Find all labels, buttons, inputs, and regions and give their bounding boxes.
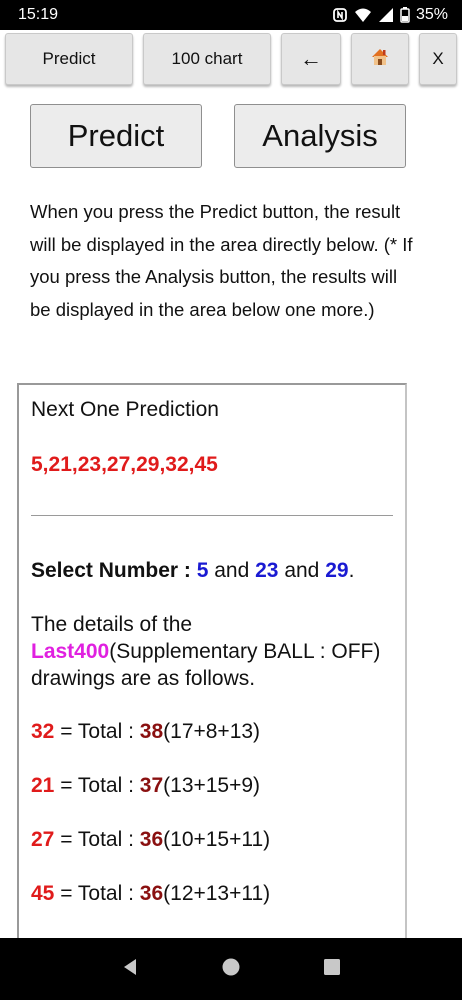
row-breakdown: (13+15+9) (163, 774, 261, 797)
row-total: 38 (139, 720, 164, 743)
back-arrow-button[interactable]: ← (281, 33, 341, 85)
instructions-text: When you press the Predict button, the r… (30, 201, 413, 320)
battery-percent: 35% (415, 6, 448, 23)
row-total: 36 (139, 828, 164, 851)
details-highlight: Last400 (31, 640, 110, 663)
and-text-1: and (208, 559, 256, 582)
row-breakdown: (12+13+11) (163, 882, 271, 905)
select-number-line: Select Number : 5 and 23 and 29. (31, 559, 354, 583)
row-eq: = Total : (54, 828, 140, 851)
result-panel: Next One Prediction 5,21,23,27,29,32,45 … (17, 383, 407, 943)
wifi-icon (354, 7, 372, 23)
signal-icon (378, 7, 394, 23)
back-triangle-icon[interactable] (120, 957, 140, 982)
row-number: 27 (31, 828, 55, 851)
row-breakdown: (17+8+13) (163, 720, 261, 743)
status-time: 15:19 (18, 6, 59, 23)
select-number-1: 5 (196, 559, 209, 582)
predict-button[interactable]: Predict (30, 104, 202, 168)
row-eq: = Total : (54, 774, 140, 797)
home-button[interactable] (351, 33, 409, 85)
details-text: The details of the Last400(Supplementary… (31, 611, 381, 692)
result-row: 27 = Total : 36(10+15+11) (31, 828, 270, 852)
and-text-2: and (278, 559, 326, 582)
toolbar-100-chart-button[interactable]: 100 chart (143, 33, 271, 85)
toolbar-predict-button[interactable]: Predict (5, 33, 133, 85)
analysis-button[interactable]: Analysis (234, 104, 406, 168)
row-number: 32 (31, 720, 55, 743)
recents-square-icon[interactable] (322, 957, 342, 982)
result-row: 32 = Total : 38(17+8+13) (31, 720, 260, 744)
nfc-icon (332, 7, 348, 23)
row-eq: = Total : (54, 720, 140, 743)
home-circle-icon[interactable] (221, 957, 241, 982)
prediction-numbers: 5,21,23,27,29,32,45 (31, 453, 218, 476)
prediction-title: Next One Prediction (31, 398, 219, 421)
close-button[interactable]: X (419, 33, 457, 85)
house-icon (370, 47, 390, 72)
row-total: 37 (139, 774, 164, 797)
row-eq: = Total : (54, 882, 140, 905)
period: . (348, 559, 355, 582)
select-number-2: 23 (255, 559, 279, 582)
navigation-bar (0, 938, 462, 1000)
toolbar: Predict 100 chart ← X (0, 30, 462, 88)
select-number-3: 29 (325, 559, 349, 582)
row-breakdown: (10+15+11) (163, 828, 271, 851)
details-prefix: The details of the (31, 613, 193, 636)
status-icons: 35% (332, 6, 448, 24)
status-bar: 15:19 35% (0, 0, 462, 30)
row-number: 45 (31, 882, 55, 905)
row-number: 21 (31, 774, 55, 797)
result-row: 45 = Total : 36(12+13+11) (31, 882, 270, 906)
select-label: Select Number : (31, 559, 197, 582)
row-total: 36 (139, 882, 164, 905)
battery-icon (400, 7, 410, 23)
result-row: 21 = Total : 37(13+15+9) (31, 774, 260, 798)
divider (31, 515, 393, 516)
